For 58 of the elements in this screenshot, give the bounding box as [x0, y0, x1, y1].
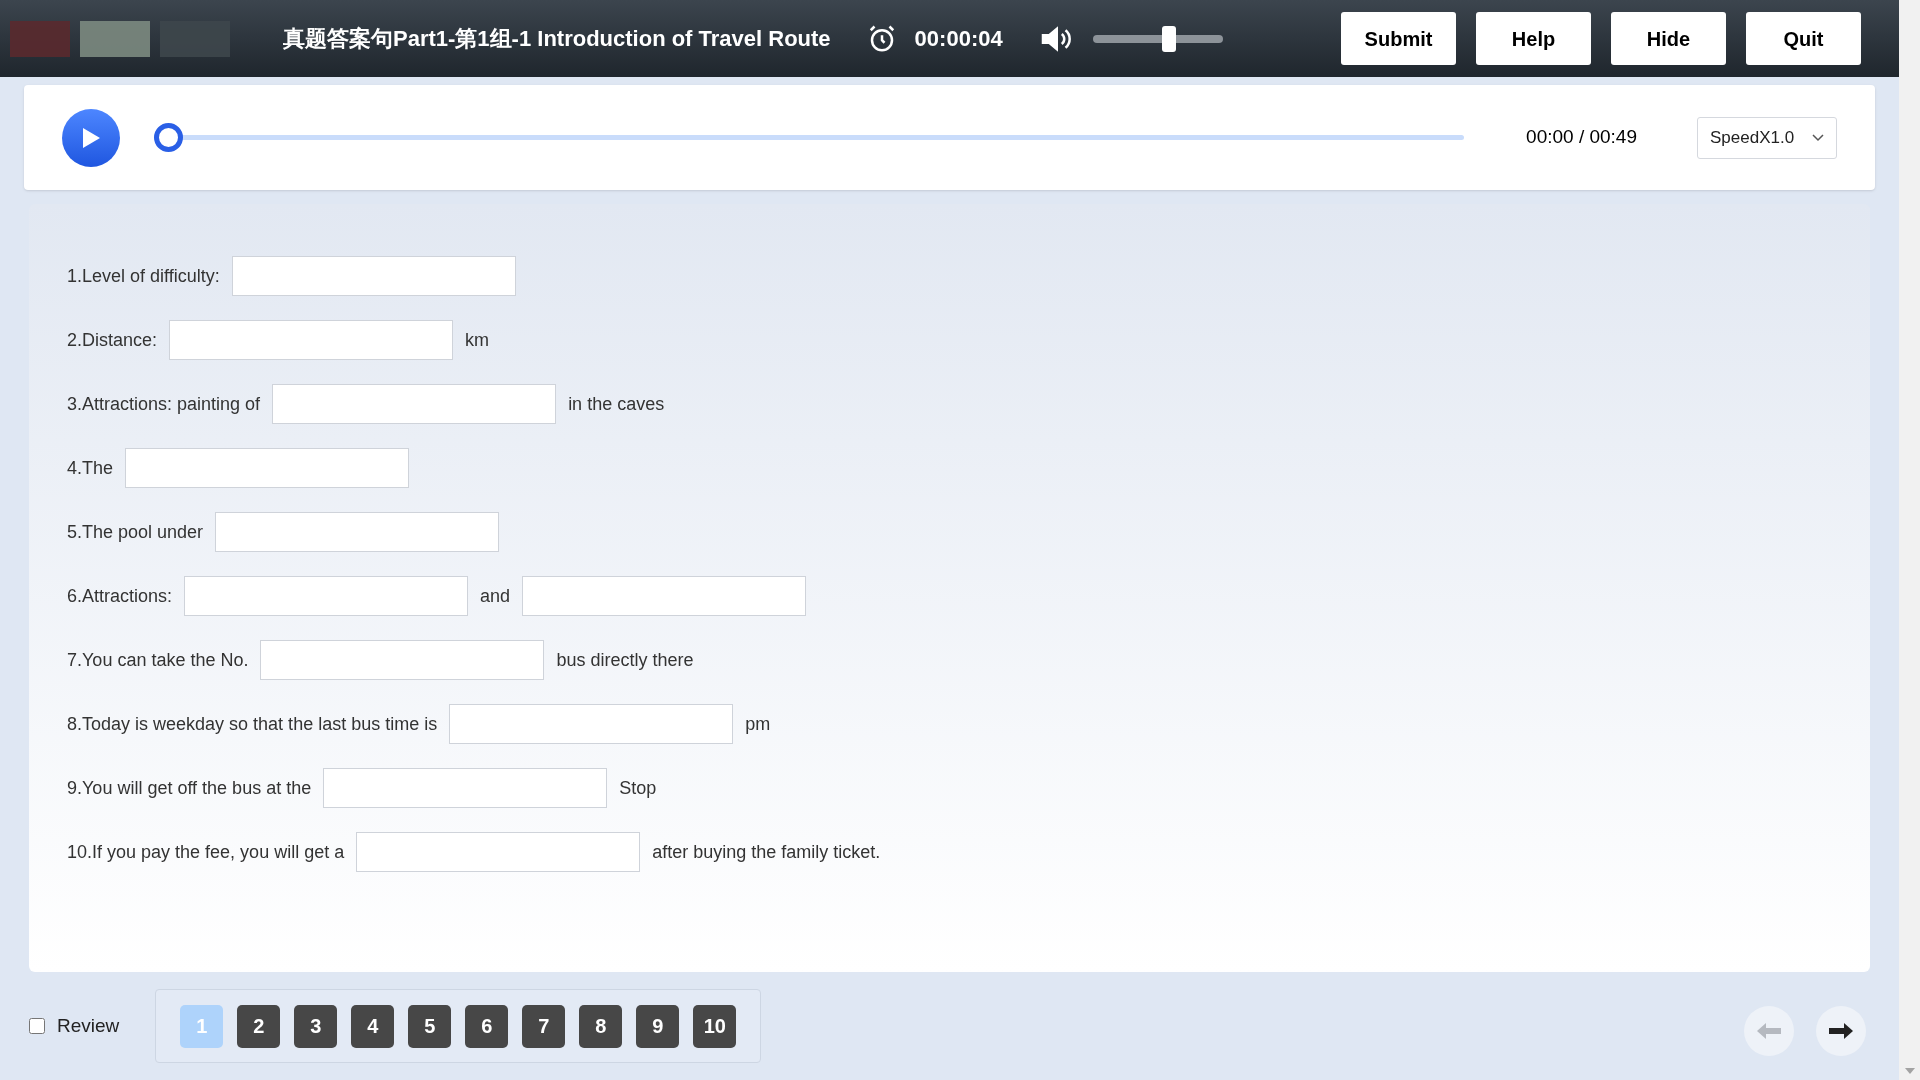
question-text: pm — [745, 712, 771, 736]
exam-title: 真题答案句Part1-第1组-1 Introduction of Travel Route — [283, 25, 831, 53]
question-text: 10.If you pay the fee, you will get a — [67, 840, 345, 864]
play-icon — [81, 126, 101, 149]
question-text: 3.Attractions: painting of — [67, 392, 261, 416]
question-text: Stop — [619, 776, 657, 800]
page-button[interactable]: 5 — [408, 1004, 452, 1048]
left-arrow-icon — [1756, 1022, 1782, 1040]
timer: 00:00:04 — [914, 25, 1003, 53]
answer-field[interactable] — [184, 576, 469, 616]
question-text: in the caves — [568, 392, 665, 416]
header-button[interactable]: Help — [1476, 12, 1591, 65]
next-button[interactable] — [1816, 1006, 1866, 1056]
header-button[interactable]: Quit — [1746, 12, 1861, 65]
question-text: 7.You can take the No. — [67, 648, 249, 672]
page-button[interactable]: 8 — [579, 1004, 623, 1048]
progress-track[interactable] — [154, 123, 1464, 152]
question-text: 6.Attractions: — [67, 584, 173, 608]
question-text: bus directly there — [556, 648, 694, 672]
answer-field[interactable] — [272, 384, 557, 424]
volume-thumb[interactable] — [1162, 25, 1177, 52]
chevron-down-icon — [1812, 133, 1824, 142]
question-text: after buying the family ticket. — [652, 840, 881, 864]
answer-field[interactable] — [323, 768, 608, 808]
page-button[interactable]: 2 — [237, 1004, 281, 1048]
answer-field[interactable] — [215, 512, 500, 552]
question-text: 2.Distance: — [67, 328, 158, 352]
question-text: 9.You will get off the bus at the — [67, 776, 312, 800]
review-checkbox[interactable] — [29, 1018, 45, 1034]
speed-dropdown[interactable]: SpeedX1.0 — [1697, 116, 1837, 159]
page-button[interactable]: 9 — [636, 1004, 680, 1048]
answer-field[interactable] — [125, 448, 410, 488]
answer-field[interactable] — [449, 704, 734, 744]
header-button[interactable]: Submit — [1341, 12, 1456, 65]
question-text: and — [480, 584, 511, 608]
page-button[interactable]: 6 — [465, 1004, 509, 1048]
question-text: km — [465, 328, 490, 352]
progress-thumb[interactable] — [154, 123, 183, 152]
answer-field[interactable] — [356, 832, 641, 872]
scroll-down-icon[interactable] — [1904, 1068, 1915, 1074]
page-button[interactable]: 10 — [693, 1004, 737, 1048]
page-button[interactable]: 4 — [351, 1004, 395, 1048]
header-button[interactable]: Hide — [1611, 12, 1726, 65]
page-button[interactable]: 3 — [294, 1004, 338, 1048]
question-text: 1.Level of difficulty: — [67, 264, 220, 288]
question-text: 8.Today is weekday so that the last bus time is — [67, 712, 438, 736]
playback-time: 00:00 / 00:49 — [1526, 125, 1637, 150]
answer-field[interactable] — [231, 256, 516, 296]
right-arrow-icon — [1828, 1022, 1854, 1040]
question-text: 4.The — [67, 456, 114, 480]
review-label: Review — [57, 1013, 120, 1038]
question-text: 5.The pool under — [67, 520, 204, 544]
answer-field[interactable] — [260, 640, 545, 680]
answer-field[interactable] — [169, 320, 454, 360]
play-button[interactable] — [62, 108, 120, 167]
answer-field[interactable] — [522, 576, 807, 616]
volume-slider[interactable] — [1092, 25, 1223, 52]
page-button[interactable]: 7 — [522, 1004, 566, 1048]
